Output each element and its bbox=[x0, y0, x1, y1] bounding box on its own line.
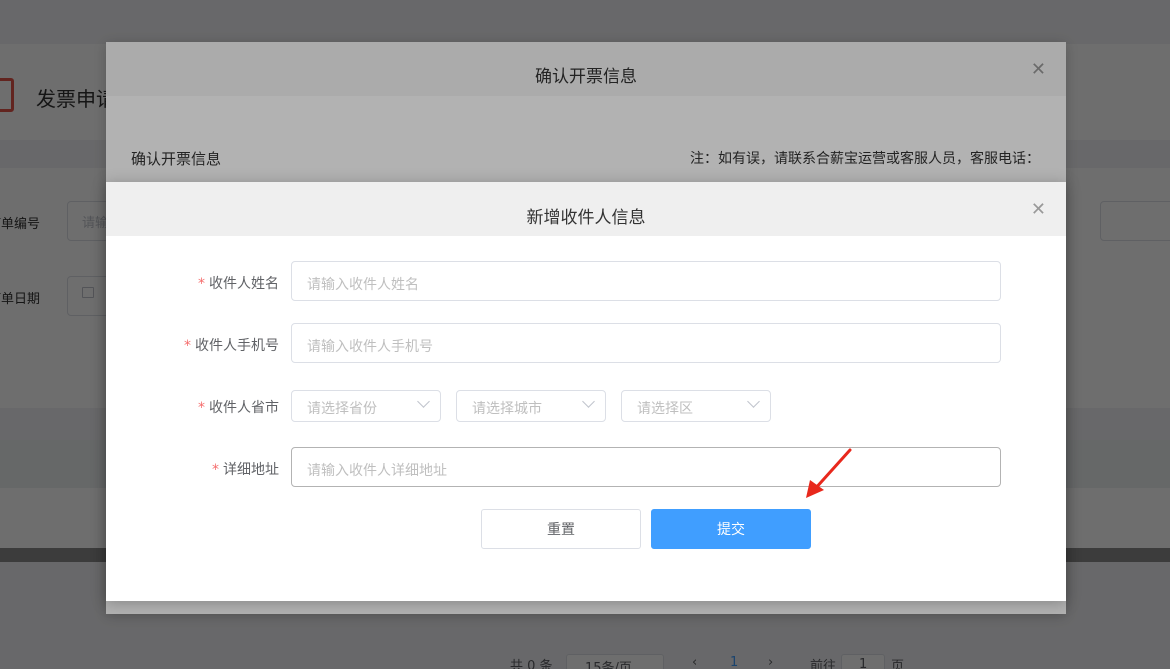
required-mark: * bbox=[212, 462, 219, 478]
reset-button[interactable]: 重置 bbox=[481, 509, 641, 549]
recipient-name-input[interactable]: 请输入收件人姓名 bbox=[291, 261, 1001, 301]
recipient-name-label: * 收件人姓名 bbox=[198, 273, 279, 293]
recipient-phone-input[interactable]: 请输入收件人手机号 bbox=[291, 323, 1001, 363]
address-label: * 详细地址 bbox=[212, 459, 279, 479]
city-select[interactable]: 请选择城市 bbox=[456, 390, 606, 422]
close-icon[interactable]: ✕ bbox=[1031, 199, 1046, 220]
chevron-down-icon bbox=[417, 395, 430, 408]
province-placeholder: 请选择省份 bbox=[307, 401, 377, 417]
recipient-phone-label-text: 收件人手机号 bbox=[195, 338, 279, 354]
recipient-dialog-title: 新增收件人信息 bbox=[526, 208, 646, 228]
address-input[interactable]: 请输入收件人详细地址 bbox=[291, 447, 1001, 487]
chevron-down-icon bbox=[747, 395, 760, 408]
red-arrow-annotation bbox=[806, 448, 852, 498]
district-select[interactable]: 请选择区 bbox=[621, 390, 771, 422]
recipient-dialog-header: 新增收件人信息 ✕ bbox=[106, 182, 1066, 236]
required-mark: * bbox=[184, 338, 191, 354]
submit-button[interactable]: 提交 bbox=[651, 509, 811, 549]
recipient-region-label: * 收件人省市 bbox=[198, 397, 279, 417]
recipient-phone-label: * 收件人手机号 bbox=[184, 335, 279, 355]
required-mark: * bbox=[198, 400, 205, 416]
required-mark: * bbox=[198, 276, 205, 292]
district-placeholder: 请选择区 bbox=[637, 401, 693, 417]
arrow-shaft bbox=[812, 448, 852, 492]
city-placeholder: 请选择城市 bbox=[472, 401, 542, 417]
recipient-region-label-text: 收件人省市 bbox=[209, 400, 279, 416]
chevron-down-icon bbox=[582, 395, 595, 408]
address-label-text: 详细地址 bbox=[223, 462, 279, 478]
recipient-name-label-text: 收件人姓名 bbox=[209, 276, 279, 292]
province-select[interactable]: 请选择省份 bbox=[291, 390, 441, 422]
new-recipient-dialog: 新增收件人信息 ✕ * 收件人姓名 请输入收件人姓名 * 收件人手机号 请输入收件人… bbox=[106, 182, 1066, 601]
